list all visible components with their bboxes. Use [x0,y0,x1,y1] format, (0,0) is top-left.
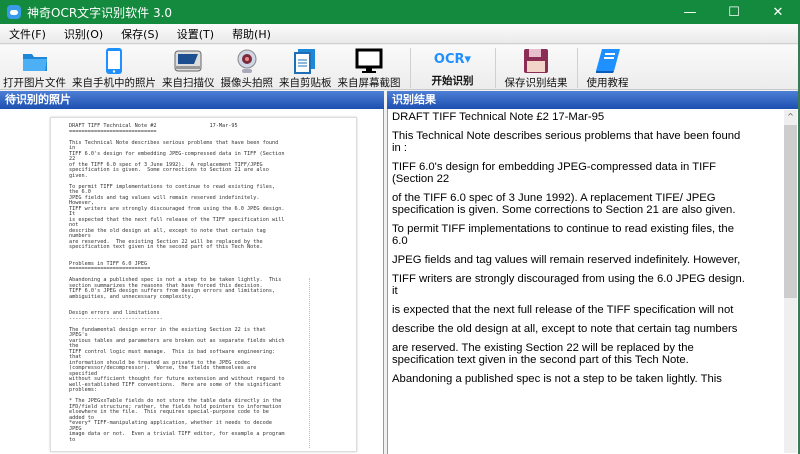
from-phone-button[interactable]: 来自手机中的照片 [69,45,159,90]
toolbar-separator [576,48,578,88]
title-bar: 神奇OCR文字识别软件 3.0 — ☐ ✕ [0,0,800,24]
scroll-up-icon[interactable]: ^ [784,110,797,124]
ocr-icon: OCR▾ [431,45,475,73]
open-image-label: 打开图片文件 [3,77,66,89]
close-button[interactable]: ✕ [756,0,800,24]
toolbar-separator [409,48,411,88]
from-phone-label: 来自手机中的照片 [72,77,156,89]
scanned-document-image: DRAFT TIFF Technical Note #2 17-Mar-95 ==… [50,117,357,452]
result-paragraph: of the TIFF 6.0 spec of 3 June 1992). A … [392,192,736,216]
phone-icon [99,47,129,75]
app-logo-icon [7,5,21,19]
open-image-button[interactable]: 打开图片文件 [0,45,69,90]
result-paragraph: TIFF 6.0's design for embedding JPEG-com… [392,161,717,185]
save-result-label: 保存识别结果 [504,77,568,89]
menu-file[interactable]: 文件(F) [0,26,55,42]
book-icon [593,47,623,75]
toolbar: 打开图片文件 来自手机中的照片 来自扫描仪 摄像头拍照 来自剪贴板 来自屏幕截图… [0,45,800,90]
webcam-button[interactable]: 摄像头拍照 [218,45,277,90]
from-scanner-button[interactable]: 来自扫描仪 [159,45,218,90]
save-result-button[interactable]: 保存识别结果 [502,45,571,90]
ocr-icon-text: OCR▾ [433,51,472,67]
menu-bar: 文件(F) 识别(O) 保存(S) 设置(T) 帮助(H) [0,24,800,44]
result-paragraph: To permit TIFF implementations to contin… [392,223,734,247]
start-recognition-label: 开始识别 [431,75,474,87]
from-clipboard-button[interactable]: 来自剪贴板 [276,45,335,90]
clipboard-icon [290,47,320,75]
result-paragraph: TIFF writers are strongly discouraged fr… [392,273,745,297]
scrollbar-thumb[interactable] [784,125,797,298]
webcam-label: 摄像头拍照 [220,77,274,89]
menu-recognize[interactable]: 识别(O) [55,26,112,42]
tutorial-label: 使用教程 [586,77,629,89]
screenshot-button[interactable]: 来自屏幕截图 [335,45,404,90]
ocr-result-panel[interactable]: DRAFT TIFF Technical Note £2 17-Mar-95 Th… [387,109,798,454]
result-paragraph: describe the old design at all, except t… [392,323,738,335]
start-recognition-button[interactable]: OCR▾ 开始识别 [417,45,489,90]
tutorial-button[interactable]: 使用教程 [584,45,632,90]
result-paragraph: This Technical Note describes serious pr… [392,130,741,154]
scanner-icon [173,47,203,75]
monitor-icon [354,47,384,75]
ocr-result-text[interactable]: DRAFT TIFF Technical Note £2 17-Mar-95 Th… [392,111,752,385]
floppy-icon [521,47,551,75]
result-panel-title: 识别结果 [387,91,798,109]
result-paragraph: Abandoning a published spec is not a ste… [392,373,722,385]
result-paragraph: is expected that the next full release o… [392,304,734,316]
screenshot-label: 来自屏幕截图 [337,77,401,89]
menu-help[interactable]: 帮助(H) [223,26,280,42]
toolbar-separator [494,48,496,88]
folder-icon [20,47,50,75]
image-preview-panel: DRAFT TIFF Technical Note #2 17-Mar-95 ==… [0,109,384,454]
pending-image-panel-title: 待识别的照片 [0,91,384,109]
maximize-button[interactable]: ☐ [712,0,756,24]
result-paragraph: DRAFT TIFF Technical Note £2 17-Mar-95 [392,111,605,123]
result-paragraph: JPEG fields and tag values will remain r… [392,254,741,266]
window-title: 神奇OCR文字识别软件 3.0 [27,5,173,20]
from-clipboard-label: 来自剪贴板 [279,77,332,89]
menu-save[interactable]: 保存(S) [112,26,168,42]
document-line: to [69,436,76,443]
vertical-scrollbar[interactable]: ^ [784,110,797,453]
menu-settings[interactable]: 设置(T) [168,26,223,42]
from-scanner-label: 来自扫描仪 [162,77,215,89]
page-fold-line [309,278,310,448]
result-paragraph: are reserved. The existing Section 22 wi… [392,342,694,366]
minimize-button[interactable]: — [668,0,712,24]
webcam-icon [232,47,262,75]
